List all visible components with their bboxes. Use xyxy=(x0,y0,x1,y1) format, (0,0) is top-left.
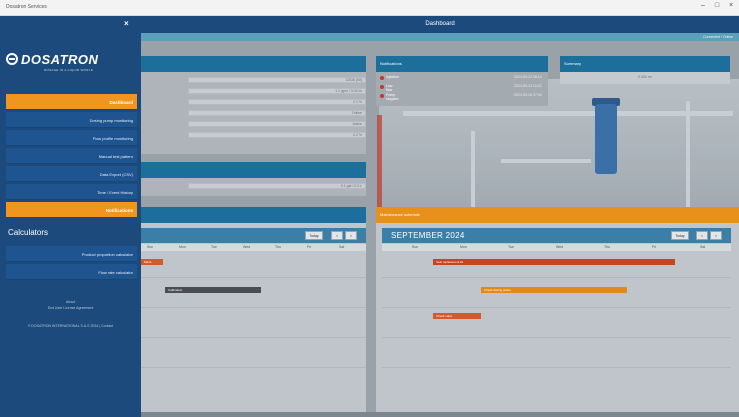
sidebar-item-label: Manual test pattern xyxy=(98,154,133,159)
calendar-gridline xyxy=(141,337,366,338)
next-month-button[interactable]: > xyxy=(710,231,722,240)
info-row: D2D8 (50) xyxy=(188,77,366,83)
info-row: 1.1 gpm / 0.04 l/s xyxy=(188,88,366,94)
sidebar-item-label: Notifications xyxy=(105,208,133,213)
about-link[interactable]: About xyxy=(0,300,141,304)
left-calendar-toolbar: Today < > xyxy=(141,228,366,243)
logo-brand: DOSATRON xyxy=(21,52,99,67)
maximize-icon[interactable]: □ xyxy=(711,2,723,9)
summary-title: Summary xyxy=(564,61,582,66)
sidebar-item-proportion-calculator[interactable]: Product proportion calculator xyxy=(6,246,137,262)
dosatron-pump-body xyxy=(595,104,617,174)
right-calendar xyxy=(376,223,739,417)
alarms-header: Notifications xyxy=(376,56,548,72)
sidebar-item-label: Data Export (CSV) xyxy=(99,172,133,177)
alarm-dot-icon xyxy=(380,85,384,89)
sidebar-item-flow-profile[interactable]: Flow profile monitoring xyxy=(6,130,137,146)
calendar-gridline xyxy=(382,307,731,308)
today-button[interactable]: Today xyxy=(305,231,323,240)
info-row: 0.2 % xyxy=(188,132,366,138)
right-calendar-weekdays: Sun Mon Tue Wed Thu Fri Sat xyxy=(382,244,731,251)
dosatron-logo: DOSATRON DOSAGE IN A LIQUID WORLD xyxy=(4,50,140,80)
sidebar-item-label: Dosing pump monitoring xyxy=(89,118,133,123)
calendar-gridline xyxy=(141,277,366,278)
sidebar-item-history[interactable]: Time / Event History xyxy=(6,184,137,200)
sidebar-item-label: Flow rate calculator xyxy=(98,270,133,275)
sidebar-item-flow-calculator[interactable]: Flow rate calculator xyxy=(6,264,137,280)
pipe-shape xyxy=(471,131,475,211)
calendar-gridline xyxy=(141,367,366,368)
alarm-dot-icon xyxy=(380,94,384,98)
calendar-gridline xyxy=(382,337,731,338)
alarms-title: Notifications xyxy=(380,61,402,66)
copyright-text: © DOSATRON INTERNATIONAL S.A.S 2024 | Co… xyxy=(27,324,114,328)
close-sidebar-icon[interactable]: × xyxy=(124,19,129,28)
today-button[interactable]: Today xyxy=(671,231,689,240)
left-calendar-weekdays: Sun Mon Tue Wed Thu Fri Sat xyxy=(141,244,366,251)
summary-value: 0.000 m³ xyxy=(638,75,652,79)
sidebar-item-label: Time / Event History xyxy=(97,190,133,195)
calendar-gridline xyxy=(382,367,731,368)
header-bar: Dashboard xyxy=(141,16,739,33)
consumption-header xyxy=(141,162,366,178)
maintenance-title: Maintenance schedule xyxy=(380,212,421,217)
sidebar-item-notifications[interactable]: Notifications xyxy=(6,202,137,218)
minimize-icon[interactable]: – xyxy=(697,2,709,9)
info-row: 2.1 % xyxy=(188,99,366,105)
sidebar: × DOSATRON DOSAGE IN A LIQUID WORLD Dash… xyxy=(0,16,141,417)
calendar-gridline xyxy=(382,277,731,278)
bottom-scroll-strip xyxy=(141,412,739,417)
calendar-event[interactable]: Seal replacement kit xyxy=(433,259,675,265)
sidebar-item-data-export[interactable]: Data Export (CSV) xyxy=(6,166,137,182)
alarms-panel: Injection 2024-09-12 08:14 Low flow 2024… xyxy=(376,72,548,106)
status-bar: Connected / Online xyxy=(141,33,739,41)
sidebar-item-dosing-pump[interactable]: Dosing pump monitoring xyxy=(6,112,137,128)
pipe-shape xyxy=(403,111,733,116)
next-month-button[interactable]: > xyxy=(345,231,357,240)
calendar-event[interactable]: Check valve xyxy=(433,313,481,319)
sidebar-item-label: Flow profile monitoring xyxy=(92,136,133,141)
sidebar-item-manual-test[interactable]: Manual test pattern xyxy=(6,148,137,164)
logo-tagline: DOSAGE IN A LIQUID WORLD xyxy=(44,68,94,72)
calendar-event[interactable]: Calibration xyxy=(165,287,261,293)
summary-header: Summary xyxy=(560,56,730,72)
sidebar-item-dashboard[interactable]: Dashboard xyxy=(6,94,137,110)
sidebar-item-label: Product proportion calculator xyxy=(81,252,133,257)
window-title: Dosatron Services xyxy=(6,4,47,10)
sidebar-item-label: Dashboard xyxy=(109,100,133,105)
maintenance-header: Maintenance schedule xyxy=(376,207,739,223)
left-calendar xyxy=(141,223,366,417)
page-title: Dashboard xyxy=(425,21,455,27)
window-titlebar: Dosatron Services – □ × xyxy=(0,0,739,16)
main-content: D2D8 (50) 1.1 gpm / 0.04 l/s 2.1 % Onlin… xyxy=(141,41,739,417)
prev-month-button[interactable]: < xyxy=(696,231,708,240)
left-calendar-header xyxy=(141,207,366,223)
logo-icon xyxy=(6,53,18,65)
pipe-shape xyxy=(501,159,591,163)
connection-status: Connected / Online xyxy=(703,35,733,39)
calendar-gridline xyxy=(141,307,366,308)
device-info-header xyxy=(141,56,366,72)
alarm-dot-icon xyxy=(380,76,384,80)
pipe-shape xyxy=(686,101,690,211)
close-window-icon[interactable]: × xyxy=(725,2,737,9)
summary-panel: 0.000 m³ xyxy=(560,72,730,84)
right-calendar-toolbar: SEPTEMBER 2024 Today < > xyxy=(382,228,731,243)
calendar-event[interactable]: Maint. xyxy=(141,259,163,265)
calendar-event[interactable]: Check dosing piston xyxy=(481,287,627,293)
right-calendar-month: SEPTEMBER 2024 xyxy=(391,231,465,240)
info-row: Active xyxy=(188,121,366,127)
consumption-value-row: 0.1 gal / 0.3 L xyxy=(188,183,366,189)
info-row: Online xyxy=(188,110,366,116)
eula-link[interactable]: End User License Agreement xyxy=(0,306,141,310)
prev-month-button[interactable]: < xyxy=(331,231,343,240)
calculators-heading: Calculators xyxy=(8,228,49,237)
